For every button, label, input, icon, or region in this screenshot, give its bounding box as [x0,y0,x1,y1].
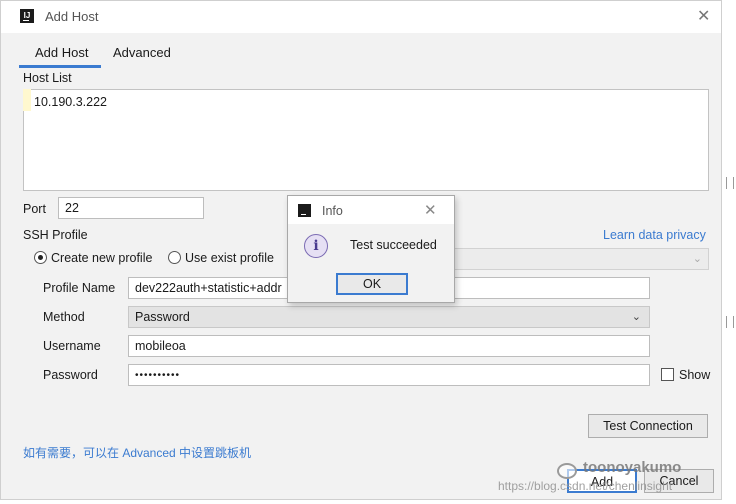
checkbox-icon [661,368,674,381]
close-icon[interactable]: ✕ [697,6,710,26]
title-bar: IJ Add Host ✕ [1,1,721,33]
info-close-icon[interactable]: ✕ [424,201,437,219]
intellij-icon: IJ [20,9,34,23]
method-value: Password [135,310,190,324]
info-message: Test succeeded [350,238,437,252]
method-label: Method [43,310,85,324]
username-input[interactable]: mobileoa [128,335,650,357]
info-title: Info [322,204,343,218]
port-input[interactable]: 22 [58,197,204,219]
wechat-watermark-icon [557,463,577,479]
method-select[interactable]: Password ⌄ [128,306,650,328]
username-label: Username [43,339,101,353]
host-list-highlight [23,89,31,111]
background-window-edge [722,0,736,504]
ok-button[interactable]: OK [336,273,408,295]
create-new-profile-radio[interactable]: Create new profile [34,250,164,266]
use-exist-profile-radio[interactable]: Use exist profile [168,250,283,266]
radio-selected-icon [34,251,47,264]
learn-data-privacy-link[interactable]: Learn data privacy [603,228,706,242]
chevron-down-icon: ⌄ [692,253,702,265]
ssh-profile-label: SSH Profile [23,228,88,242]
edge-mark [726,177,734,189]
create-new-profile-label: Create new profile [51,251,153,265]
watermark-url: https://blog.csdn.net/chenlinsight [498,479,673,493]
use-exist-profile-label: Use exist profile [185,251,274,265]
host-entry: 10.190.3.222 [34,95,107,109]
chevron-down-icon: ⌄ [631,311,641,323]
info-icon: i [304,234,328,258]
host-list-textarea[interactable]: 10.190.3.222 [23,89,709,191]
tab-add-host[interactable]: Add Host [35,45,88,60]
info-title-bar: Info ✕ [288,196,454,224]
profile-name-label: Profile Name [43,281,116,295]
exist-profile-select[interactable]: ⌄ [451,248,709,270]
radio-unselected-icon [168,251,181,264]
active-tab-indicator [19,65,101,68]
test-connection-button[interactable]: Test Connection [588,414,708,438]
show-password-checkbox[interactable]: Show [661,367,713,383]
show-label: Show [679,368,711,382]
port-label: Port [23,202,46,216]
host-list-label: Host List [23,71,72,85]
advanced-hint-link[interactable]: 如有需要，可以在 Advanced 中设置跳板机 [23,444,251,461]
add-host-window: IJ Add Host ✕ Add Host Advanced Host Lis… [0,0,722,500]
watermark-name: toonoyakumo [583,459,682,476]
intellij-icon [298,204,311,217]
password-label: Password [43,368,98,382]
password-input[interactable]: •••••••••• [128,364,650,386]
window-title: Add Host [45,9,99,24]
edge-mark [726,316,734,328]
info-dialog: Info ✕ i Test succeeded OK [287,195,455,303]
tab-advanced[interactable]: Advanced [113,45,171,60]
